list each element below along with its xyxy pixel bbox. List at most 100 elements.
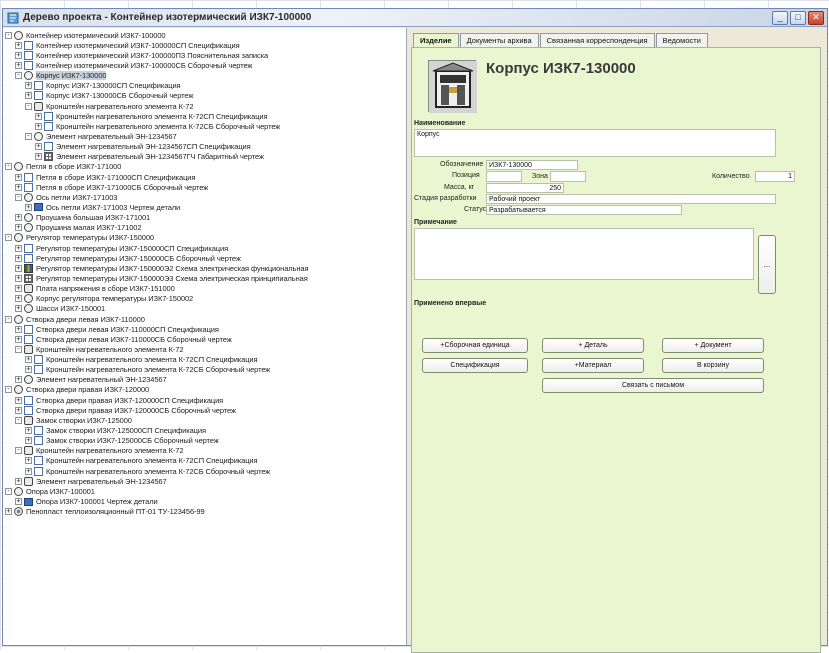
note-field[interactable] bbox=[414, 228, 754, 280]
expand-icon[interactable]: + bbox=[15, 214, 22, 222]
expand-icon[interactable]: + bbox=[15, 498, 22, 506]
collapse-icon[interactable]: - bbox=[25, 132, 32, 140]
tree-item[interactable]: + Кронштейн нагревательного элемента К-72… bbox=[5, 456, 406, 466]
expand-icon[interactable]: + bbox=[15, 41, 22, 49]
tree-item[interactable]: + Корпус ИЗК7-130000СП Спецификация bbox=[5, 81, 406, 91]
tree-item[interactable]: + Элемент нагревательный ЭН-1234567СП Спе… bbox=[5, 142, 406, 152]
expand-icon[interactable]: + bbox=[15, 244, 22, 252]
tree-item[interactable]: - Замок створки ИЗК7-125000 bbox=[5, 415, 406, 425]
tree-item[interactable]: + Шасси ИЗК7-150001 bbox=[5, 304, 406, 314]
tree-item[interactable]: + Кронштейн нагревательного элемента К-72… bbox=[5, 466, 406, 476]
collapse-icon[interactable]: - bbox=[5, 386, 12, 394]
collapse-icon[interactable]: - bbox=[25, 102, 32, 110]
collapse-icon[interactable]: - bbox=[5, 234, 12, 242]
status-field[interactable]: Разрабатывается bbox=[486, 205, 682, 215]
expand-icon[interactable]: + bbox=[15, 274, 22, 282]
tree-item[interactable]: - Корпус ИЗК7-130000 bbox=[5, 71, 406, 81]
maximize-button[interactable]: □ bbox=[790, 10, 806, 25]
tree-item[interactable]: - Ось петли ИЗК7-171003 bbox=[5, 192, 406, 202]
expand-icon[interactable]: + bbox=[15, 61, 22, 69]
tab-3[interactable]: Ведомости bbox=[655, 33, 708, 47]
collapse-icon[interactable]: - bbox=[5, 487, 12, 495]
tab-0[interactable]: Изделие bbox=[413, 33, 459, 48]
expand-icon[interactable]: + bbox=[15, 325, 22, 333]
expand-icon[interactable]: + bbox=[25, 356, 32, 364]
tree-item[interactable]: + Элемент нагревательный ЭН-1234567ГЧ Габ… bbox=[5, 152, 406, 162]
tree-item[interactable]: + Кронштейн нагревательного элемента К-72… bbox=[5, 365, 406, 375]
expand-icon[interactable]: + bbox=[35, 143, 42, 151]
project-tree[interactable]: - Контейнер изотермический ИЗК7-100000 + Ко… bbox=[3, 28, 407, 645]
tree-item[interactable]: + Корпус ИЗК7-130000СБ Сборочный чертеж bbox=[5, 91, 406, 101]
to-cart-button[interactable]: В корзину bbox=[662, 358, 764, 373]
expand-icon[interactable]: + bbox=[25, 467, 32, 475]
expand-icon[interactable]: + bbox=[15, 295, 22, 303]
tab-2[interactable]: Связанная корреспонденция bbox=[539, 33, 655, 47]
tree-item[interactable]: + Проушина большая ИЗК7-171001 bbox=[5, 213, 406, 223]
expand-icon[interactable]: + bbox=[25, 437, 32, 445]
specification-button[interactable]: Спецификация bbox=[422, 358, 528, 373]
tree-item[interactable]: + Плата напряжения в сборе ИЗК7-151000 bbox=[5, 284, 406, 294]
collapse-icon[interactable]: - bbox=[5, 315, 12, 323]
mass-field[interactable]: 250 bbox=[486, 183, 564, 193]
tree-item[interactable]: + Корпус регулятора температуры ИЗК7-1500… bbox=[5, 294, 406, 304]
expand-icon[interactable]: + bbox=[35, 112, 42, 120]
tree-item[interactable]: + Регулятор температуры ИЗК7-150000СП Спе… bbox=[5, 243, 406, 253]
tree-item[interactable]: + Створка двери левая ИЗК7-110000СБ Сборо… bbox=[5, 334, 406, 344]
tree-item[interactable]: + Петля в сборе ИЗК7-171000СП Спецификаци… bbox=[5, 172, 406, 182]
expand-icon[interactable]: + bbox=[25, 92, 32, 100]
expand-icon[interactable]: + bbox=[5, 508, 12, 516]
collapse-icon[interactable]: - bbox=[15, 447, 22, 455]
tree-item[interactable]: + Проушина малая ИЗК7-171002 bbox=[5, 223, 406, 233]
collapse-icon[interactable]: - bbox=[15, 345, 22, 353]
tree-item[interactable]: + Створка двери правая ИЗК7-120000СП Спец… bbox=[5, 395, 406, 405]
add-part-button[interactable]: + Деталь bbox=[542, 338, 644, 353]
expand-icon[interactable]: + bbox=[15, 305, 22, 313]
expand-icon[interactable]: + bbox=[15, 335, 22, 343]
tab-1[interactable]: Документы архива bbox=[459, 33, 539, 47]
expand-icon[interactable]: + bbox=[15, 477, 22, 485]
expand-icon[interactable]: + bbox=[35, 153, 42, 161]
expand-icon[interactable]: + bbox=[25, 457, 32, 465]
tree-item[interactable]: + Кронштейн нагревательного элемента К-72… bbox=[5, 111, 406, 121]
expand-icon[interactable]: + bbox=[15, 376, 22, 384]
tree-item[interactable]: - Кронштейн нагревательного элемента К-72 bbox=[5, 446, 406, 456]
tree-item[interactable]: + Контейнер изотермический ИЗК7-100000ПЗ … bbox=[5, 50, 406, 60]
position-field[interactable] bbox=[486, 171, 522, 182]
tree-item[interactable]: + Кронштейн нагревательного элемента К-72… bbox=[5, 121, 406, 131]
stage-field[interactable]: Рабочий проект bbox=[486, 194, 776, 204]
tree-item[interactable]: - Контейнер изотермический ИЗК7-100000 bbox=[5, 30, 406, 40]
tree-item[interactable]: + Регулятор температуры ИЗК7-150000СБ Сбо… bbox=[5, 253, 406, 263]
collapse-icon[interactable]: - bbox=[5, 163, 12, 171]
expand-icon[interactable]: + bbox=[15, 224, 22, 232]
tree-item[interactable]: - Кронштейн нагревательного элемента К-72 bbox=[5, 101, 406, 111]
note-browse-button[interactable]: ... bbox=[758, 235, 776, 294]
tree-item[interactable]: - Опора ИЗК7-100001 bbox=[5, 486, 406, 496]
expand-icon[interactable]: + bbox=[25, 366, 32, 374]
name-field[interactable]: Корпус bbox=[414, 129, 776, 157]
add-assembly-button[interactable]: +Сборочная единица bbox=[422, 338, 528, 353]
expand-icon[interactable]: + bbox=[15, 264, 22, 272]
tree-item[interactable]: + Регулятор температуры ИЗК7-150000Э3 Схе… bbox=[5, 273, 406, 283]
add-document-button[interactable]: + Документ bbox=[662, 338, 764, 353]
expand-icon[interactable]: + bbox=[15, 406, 22, 414]
expand-icon[interactable]: + bbox=[15, 254, 22, 262]
collapse-icon[interactable]: - bbox=[15, 193, 22, 201]
tree-item[interactable]: + Замок створки ИЗК7-125000СБ Сборочный ч… bbox=[5, 436, 406, 446]
tree-item[interactable]: - Петля в сборе ИЗК7-171000 bbox=[5, 162, 406, 172]
collapse-icon[interactable]: - bbox=[15, 72, 22, 80]
tree-item[interactable]: + Контейнер изотермический ИЗК7-100000СБ … bbox=[5, 60, 406, 70]
expand-icon[interactable]: + bbox=[15, 183, 22, 191]
designation-field[interactable]: ИЗК7-130000 bbox=[486, 160, 578, 170]
expand-icon[interactable]: + bbox=[25, 427, 32, 435]
add-material-button[interactable]: +Материал bbox=[542, 358, 644, 373]
collapse-icon[interactable]: - bbox=[5, 31, 12, 39]
tree-item[interactable]: + Опора ИЗК7-100001 Чертеж детали bbox=[5, 496, 406, 506]
quantity-field[interactable]: 1 bbox=[755, 171, 795, 182]
expand-icon[interactable]: + bbox=[35, 122, 42, 130]
tree-item[interactable]: + Элемент нагревательный ЭН-1234567 bbox=[5, 375, 406, 385]
tree-item[interactable]: + Контейнер изотермический ИЗК7-100000СП … bbox=[5, 40, 406, 50]
tree-item[interactable]: + Ось петли ИЗК7-171003 Чертеж детали bbox=[5, 202, 406, 212]
link-with-letter-button[interactable]: Связать с письмом bbox=[542, 378, 764, 393]
expand-icon[interactable]: + bbox=[25, 203, 32, 211]
tree-item[interactable]: - Элемент нагревательный ЭН-1234567 bbox=[5, 131, 406, 141]
